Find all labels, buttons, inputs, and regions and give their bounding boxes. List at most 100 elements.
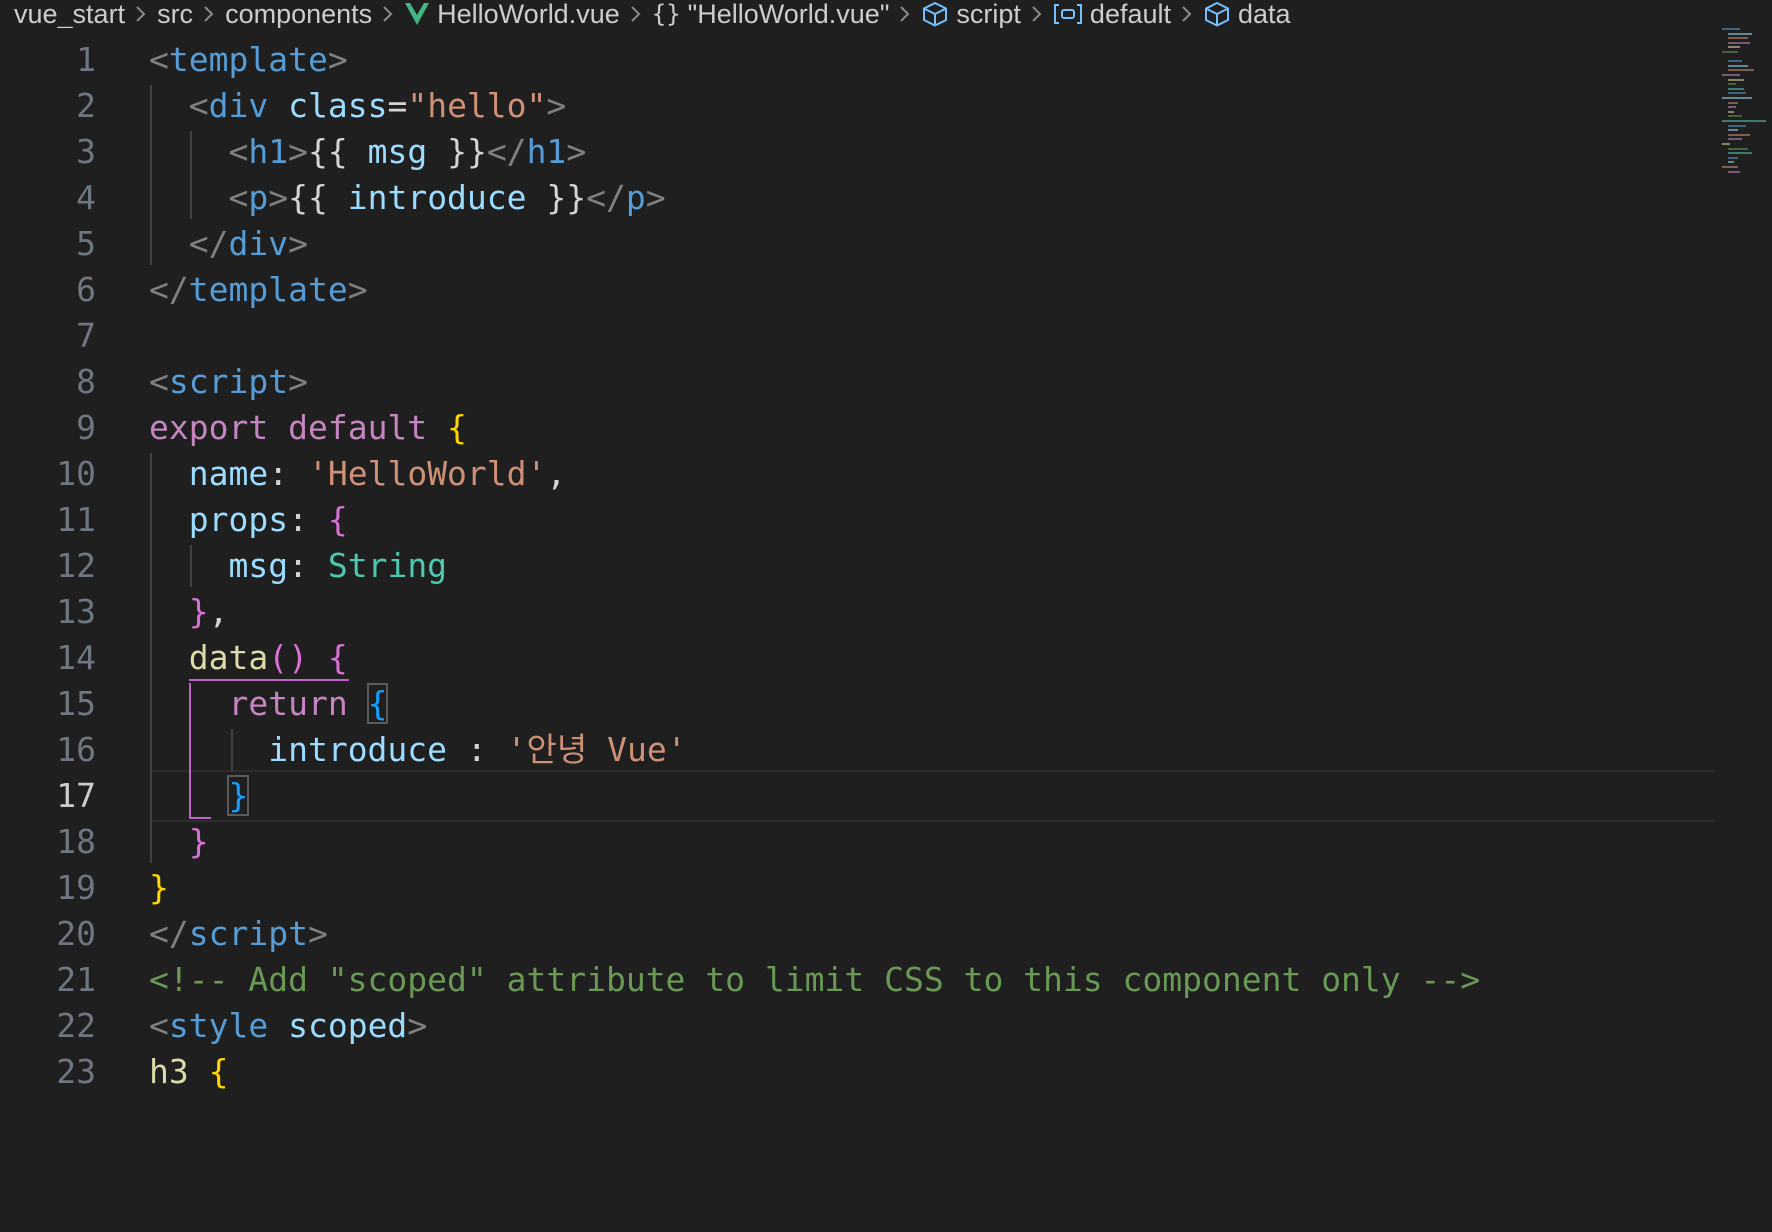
code-line[interactable]: 12 msg: String <box>0 540 1715 592</box>
code-text[interactable]: export default { <box>149 402 467 454</box>
code-text[interactable]: <h1>{{ msg }}</h1> <box>149 126 586 178</box>
code-text[interactable]: } <box>149 816 209 868</box>
line-number[interactable]: 7 <box>0 310 96 362</box>
line-number[interactable]: 20 <box>0 908 96 960</box>
line-number[interactable]: 13 <box>0 586 96 638</box>
code-token: data <box>188 638 269 677</box>
code-line[interactable]: 14 data() { <box>0 632 1715 684</box>
breadcrumb-item[interactable]: default <box>1053 0 1171 28</box>
line-number[interactable]: 23 <box>0 1046 96 1098</box>
line-number[interactable]: 4 <box>0 172 96 224</box>
indent-guide <box>190 545 192 587</box>
line-number[interactable]: 11 <box>0 494 96 546</box>
code-line[interactable]: 4 <p>{{ introduce }}</p> <box>0 172 1715 224</box>
code-token: </ <box>149 914 189 953</box>
code-line[interactable]: 11 props: { <box>0 494 1715 546</box>
code-line[interactable]: 9 export default { <box>0 402 1715 454</box>
code-line[interactable]: 16 introduce : '안녕 Vue' <box>0 724 1715 776</box>
code-text[interactable]: <script> <box>149 356 308 408</box>
code-line[interactable]: 20 </script> <box>0 908 1715 960</box>
code-text[interactable]: data() { <box>149 632 348 684</box>
breadcrumb-item[interactable]: vue_start <box>14 0 125 28</box>
minimap-line <box>1722 166 1738 168</box>
code-line[interactable]: 3 <h1>{{ msg }}</h1> <box>0 126 1715 178</box>
code-text[interactable]: </div> <box>149 218 308 270</box>
code-line[interactable]: 2 <div class="hello"> <box>0 80 1715 132</box>
code-text[interactable]: </template> <box>149 264 368 316</box>
line-number[interactable]: 19 <box>0 862 96 914</box>
minimap[interactable] <box>1718 28 1772 188</box>
code-token: : <box>288 546 328 585</box>
line-number[interactable]: 3 <box>0 126 96 178</box>
breadcrumb-item[interactable]: src <box>157 0 193 28</box>
breadcrumb-item[interactable]: script <box>921 0 1021 28</box>
code-text[interactable]: <div class="hello"> <box>149 80 567 132</box>
code-text[interactable]: props: { <box>149 494 348 546</box>
line-number[interactable]: 10 <box>0 448 96 500</box>
code-token: </ <box>586 178 626 217</box>
code-line[interactable]: 19} <box>0 862 1715 914</box>
line-number[interactable]: 9 <box>0 402 96 454</box>
minimap-line <box>1728 83 1736 86</box>
line-number[interactable]: 22 <box>0 1000 96 1052</box>
code-line[interactable]: 8 <script> <box>0 356 1715 408</box>
line-number[interactable]: 8 <box>0 356 96 408</box>
code-token: > <box>347 270 368 309</box>
code-text[interactable]: } <box>149 862 169 914</box>
code-line[interactable]: 23 h3 { <box>0 1046 1715 1098</box>
code-text[interactable]: <p>{{ introduce }}</p> <box>149 172 666 224</box>
code-text[interactable]: <style scoped> <box>149 1000 427 1052</box>
code-line[interactable]: 17 } <box>0 770 1715 822</box>
code-token: } <box>227 775 250 816</box>
chevron-right-icon <box>135 4 147 24</box>
code-line[interactable]: 5 </div> <box>0 218 1715 270</box>
breadcrumb-item[interactable]: data <box>1203 0 1291 28</box>
breadcrumb: vue_start src components HelloWorld.vue {} "H… <box>0 0 1514 28</box>
minimap-line <box>1728 78 1744 81</box>
line-number[interactable]: 5 <box>0 218 96 270</box>
minimap-line <box>1722 97 1752 99</box>
code-token: > <box>645 178 666 217</box>
breadcrumb-label: src <box>157 0 194 28</box>
code-text[interactable]: } <box>149 770 250 822</box>
line-number[interactable]: 17 <box>0 770 96 822</box>
code-text[interactable]: msg: String <box>149 540 447 592</box>
code-text[interactable]: introduce : '안녕 Vue' <box>149 724 686 776</box>
line-number[interactable]: 21 <box>0 954 96 1006</box>
code-text[interactable]: return { <box>149 678 389 730</box>
code-line[interactable]: 18 } <box>0 816 1715 868</box>
code-line[interactable]: 21 <!-- Add "scoped" attribute to limit C… <box>0 954 1715 1006</box>
code-line[interactable]: 10 name: 'HelloWorld', <box>0 448 1715 500</box>
line-number[interactable]: 16 <box>0 724 96 776</box>
line-number[interactable]: 12 <box>0 540 96 592</box>
minimap-line <box>1722 51 1738 53</box>
line-number[interactable]: 18 <box>0 816 96 868</box>
breadcrumb-item[interactable]: components <box>225 0 372 28</box>
code-text[interactable]: h3 { <box>149 1046 229 1098</box>
line-number[interactable]: 1 <box>0 34 96 86</box>
code-text[interactable]: </script> <box>149 908 328 960</box>
code-text[interactable]: <template> <box>149 34 348 86</box>
code-line[interactable]: 1 <template> <box>0 34 1715 86</box>
minimap-line <box>1728 138 1742 141</box>
breadcrumb-item[interactable]: {} "HelloWorld.vue" <box>652 0 890 28</box>
line-number[interactable]: 2 <box>0 80 96 132</box>
code-line[interactable]: 22 <style scoped> <box>0 1000 1715 1052</box>
code-token: props <box>188 500 289 539</box>
code-text[interactable]: }, <box>149 586 229 638</box>
minimap-line <box>1722 28 1740 30</box>
code-editor[interactable]: 1 <template> 2 <div class="hello"> 3 <h1>{{… <box>0 37 1730 1232</box>
code-line[interactable]: 6 </template> <box>0 264 1715 316</box>
line-number[interactable]: 6 <box>0 264 96 316</box>
line-number[interactable]: 14 <box>0 632 96 684</box>
code-line[interactable]: 13 }, <box>0 586 1715 638</box>
code-text[interactable]: name: 'HelloWorld', <box>149 448 567 500</box>
breadcrumb-item[interactable]: HelloWorld.vue <box>404 0 620 28</box>
code-token: } <box>188 822 209 861</box>
line-number[interactable]: 15 <box>0 678 96 730</box>
minimap-line <box>1728 37 1748 40</box>
code-text[interactable]: <!-- Add "scoped" attribute to limit CSS… <box>149 954 1480 1006</box>
code-line[interactable]: 15 return { <box>0 678 1715 730</box>
code-line[interactable]: 7 <box>0 310 1715 362</box>
code-token: "hello" <box>407 86 547 125</box>
